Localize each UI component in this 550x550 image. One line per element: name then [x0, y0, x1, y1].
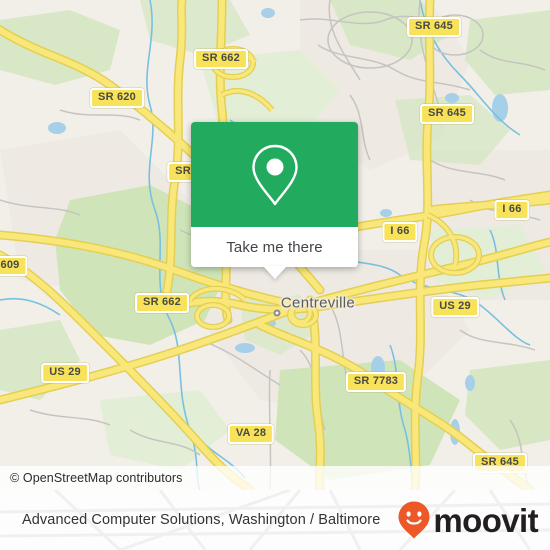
road-shield: SR 645 [407, 17, 461, 37]
moovit-logo[interactable]: moovit [397, 500, 539, 540]
road-shield: SR 662 [135, 293, 189, 313]
road-shield: US 29 [41, 363, 89, 383]
attribution-text: © OpenStreetMap contributors [10, 471, 183, 485]
place-dot-centreville [273, 309, 281, 317]
map-attribution: © OpenStreetMap contributors [0, 466, 550, 490]
road-shield: I 66 [382, 222, 418, 242]
road-shield: 609 [0, 256, 28, 276]
popup-image-area [191, 122, 358, 227]
map-canvas[interactable]: Centreville SR 645 SR 662 SR 620 SR 645 SR I … [0, 0, 550, 490]
road-shield: SR 620 [90, 88, 144, 108]
moovit-wordmark: moovit [433, 501, 538, 539]
page-title: Advanced Computer Solutions, Washington … [22, 512, 381, 528]
road-shield: SR 662 [194, 49, 248, 69]
map-screenshot: Centreville SR 645 SR 662 SR 620 SR 645 SR I … [0, 0, 550, 550]
road-shield: VA 28 [227, 424, 275, 444]
popup-action-area[interactable]: Take me there [191, 227, 358, 279]
map-pin-icon [251, 144, 298, 205]
location-popup-card[interactable]: Take me there [191, 122, 358, 279]
road-shield: SR 645 [420, 104, 474, 124]
take-me-there-button[interactable]: Take me there [226, 239, 322, 256]
road-shield: US 29 [431, 297, 479, 317]
moovit-smiley-pin-icon [398, 501, 430, 539]
road-shield: SR 7783 [345, 372, 407, 392]
popup-pointer-tail [262, 266, 287, 279]
road-shield: I 66 [494, 200, 530, 220]
footer-bar: Advanced Computer Solutions, Washington … [0, 490, 550, 550]
